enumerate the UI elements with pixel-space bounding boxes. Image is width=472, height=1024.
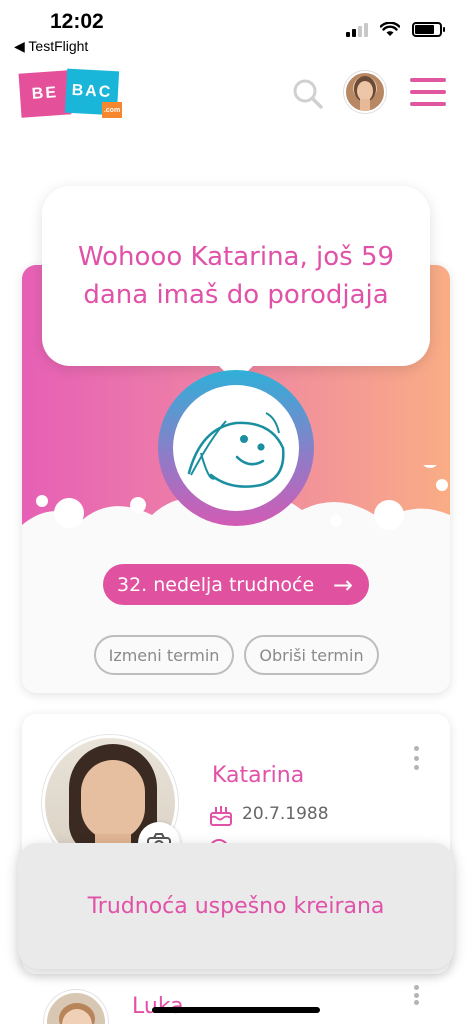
wifi-icon bbox=[380, 22, 400, 36]
status-bar: 12:02 ◀ TestFlight bbox=[0, 0, 472, 60]
baby-face-illustration bbox=[173, 385, 299, 511]
bebac-logo[interactable]: BE BAC .com bbox=[18, 68, 124, 120]
avatar-face-icon bbox=[354, 76, 376, 111]
delete-due-date-button[interactable]: Obriši termin bbox=[244, 635, 379, 675]
home-indicator[interactable] bbox=[152, 1007, 320, 1013]
countdown-message: Wohooo Katarina, još 59 dana imaš do por… bbox=[77, 242, 395, 310]
clock: 12:02 bbox=[50, 10, 104, 33]
battery-icon bbox=[412, 22, 445, 37]
back-to-testflight-link[interactable]: ◀ TestFlight bbox=[14, 38, 88, 55]
baby-sketch-icon bbox=[187, 412, 285, 488]
pregnancy-week-button[interactable]: 32. nedelja trudnoće → bbox=[103, 564, 369, 605]
user-avatar[interactable] bbox=[344, 71, 386, 113]
system-icons bbox=[346, 22, 445, 37]
profile-name: Katarina bbox=[212, 763, 305, 788]
pregnancy-week-label: 32. nedelja trudnoće bbox=[117, 573, 315, 596]
child-more-options-icon[interactable] bbox=[410, 985, 422, 1005]
birth-date-row: 20.7.1988 bbox=[208, 801, 329, 827]
baby-avatar-ring bbox=[158, 370, 314, 526]
birth-date-value: 20.7.1988 bbox=[242, 804, 329, 824]
success-toast: Trudnoća uspešno kreirana bbox=[18, 843, 454, 969]
arrow-right-icon: → bbox=[332, 571, 353, 599]
countdown-speech-bubble: Wohooo Katarina, još 59 dana imaš do por… bbox=[42, 186, 430, 366]
cellular-signal-icon bbox=[346, 22, 368, 37]
search-icon[interactable] bbox=[292, 78, 324, 110]
profile-more-options-icon[interactable] bbox=[410, 746, 422, 770]
child-face-icon bbox=[59, 1003, 95, 1024]
hamburger-icon[interactable] bbox=[410, 78, 446, 106]
logo-tile-be: BE bbox=[18, 70, 72, 118]
toast-message: Trudnoća uspešno kreirana bbox=[87, 893, 385, 919]
birthday-cake-icon bbox=[210, 806, 232, 826]
logo-tile-com: .com bbox=[102, 102, 122, 118]
child-photo bbox=[44, 990, 108, 1024]
edit-due-date-button[interactable]: Izmeni termin bbox=[94, 635, 234, 675]
